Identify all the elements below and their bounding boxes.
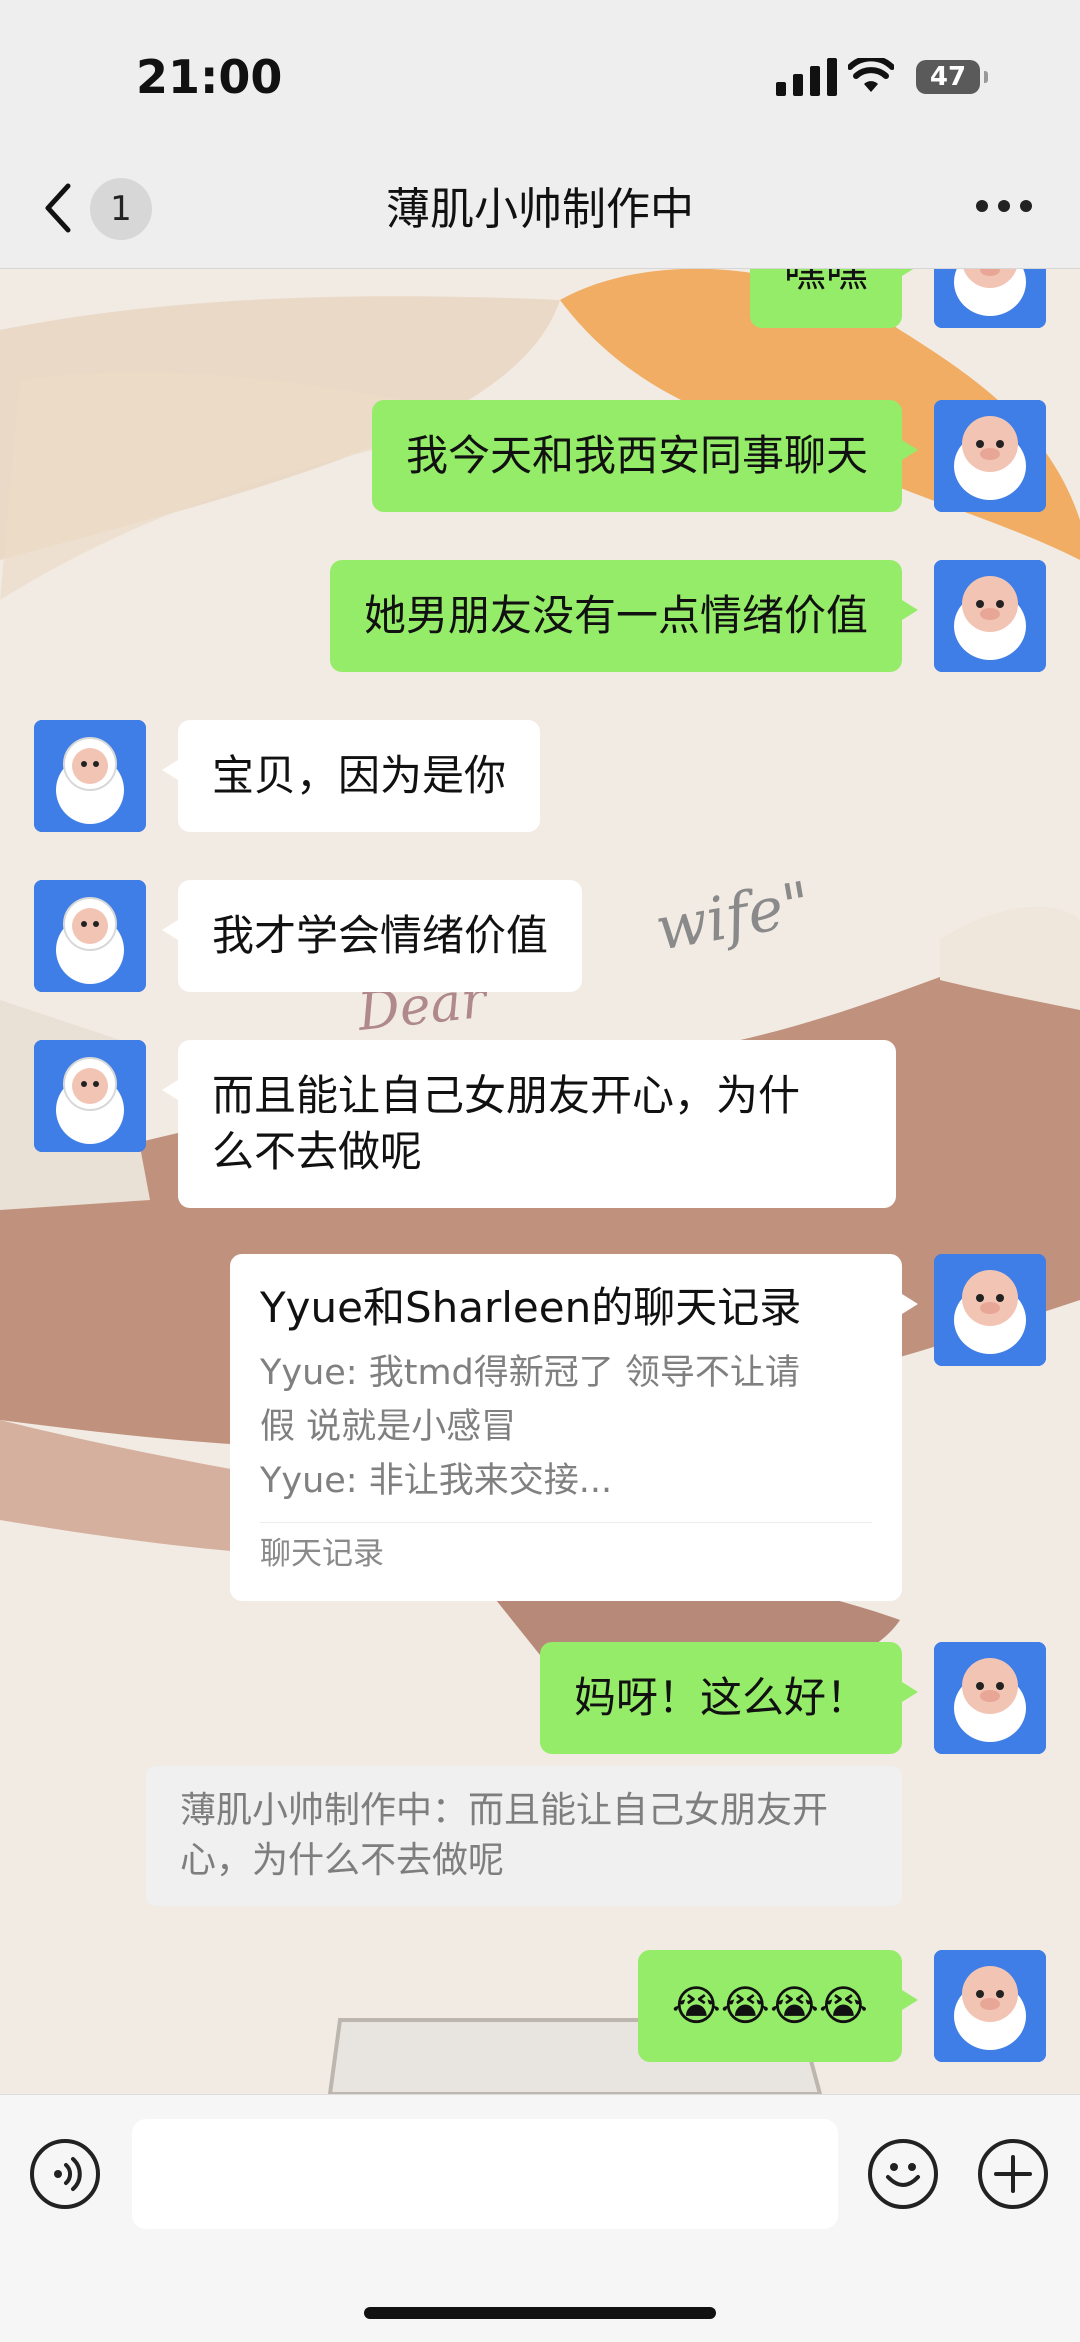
card-divider [260, 1522, 872, 1523]
my-avatar[interactable] [934, 1950, 1046, 2062]
message-bubble[interactable]: 她男朋友没有一点情绪价值 [329, 560, 919, 672]
quote-line: 心，为什么不去做呢 [180, 1840, 505, 1881]
message-bubble[interactable]: 嘿嘿 [749, 268, 919, 328]
message-bubble[interactable]: 宝贝，因为是你 [161, 720, 541, 832]
chat-record-title: Yyue和Sharleen的聊天记录 [260, 1283, 802, 1332]
contact-avatar[interactable] [34, 1040, 146, 1152]
message-input[interactable] [132, 2119, 838, 2229]
quote-line: 薄肌小帅制作中：而且能让自己女朋友开 [180, 1790, 829, 1831]
my-avatar[interactable] [934, 268, 1046, 328]
message-list[interactable]: 嘿嘿 我今天和我西安同事聊天 她男朋友没有一点情绪价值 宝贝，因为是你 我才学会… [0, 268, 1080, 2094]
status-time: 21:00 [136, 50, 283, 104]
contact-avatar[interactable] [34, 880, 146, 992]
my-avatar[interactable] [934, 1642, 1046, 1754]
voice-icon[interactable] [30, 2139, 100, 2209]
message-bubble[interactable]: 而且能让自己女朋友开心，为什 么不去做呢 [162, 1040, 896, 1208]
chat-title: 薄肌小帅制作中 [386, 184, 694, 235]
chat-record-line: Yyue: 非让我来交接... [260, 1461, 613, 1501]
message-line: 么不去做呢 [212, 1127, 423, 1176]
home-indicator [364, 2307, 716, 2319]
message-bubble[interactable]: 妈呀！这么好！ [539, 1642, 919, 1754]
my-avatar[interactable] [934, 560, 1046, 672]
emoji-icon[interactable] [868, 2139, 938, 2209]
my-avatar[interactable] [934, 400, 1046, 512]
message-bubble[interactable]: 😭😭😭😭 [637, 1950, 919, 2062]
chat-record-card[interactable]: Yyue和Sharleen的聊天记录 Yyue: 我tmd得新冠了 领导不让请 … [230, 1254, 918, 1601]
cellular-signal-icon [776, 56, 837, 96]
quoted-message[interactable]: 薄肌小帅制作中：而且能让自己女朋友开 心，为什么不去做呢 [146, 1766, 902, 1906]
message-line: 而且能让自己女朋友开心，为什 [212, 1071, 801, 1120]
wifi-icon [848, 58, 894, 92]
chat-record-line: 假 说就是小感冒 [260, 1407, 517, 1447]
more-dots-icon[interactable] [976, 200, 1032, 216]
input-bar [0, 2094, 1080, 2342]
plus-icon[interactable] [978, 2139, 1048, 2209]
contact-avatar[interactable] [34, 720, 146, 832]
chat-record-footer: 聊天记录 [260, 1536, 384, 1572]
my-avatar[interactable] [934, 1254, 1046, 1366]
navigation-header: 21:00 47 1 薄肌小帅制作中 [0, 0, 1080, 269]
message-bubble[interactable]: 我今天和我西安同事聊天 [371, 400, 919, 512]
message-bubble[interactable]: 我才学会情绪价值 [161, 880, 583, 992]
chat-record-line: Yyue: 我tmd得新冠了 领导不让请 [260, 1353, 800, 1393]
battery-icon: 47 [916, 60, 988, 94]
